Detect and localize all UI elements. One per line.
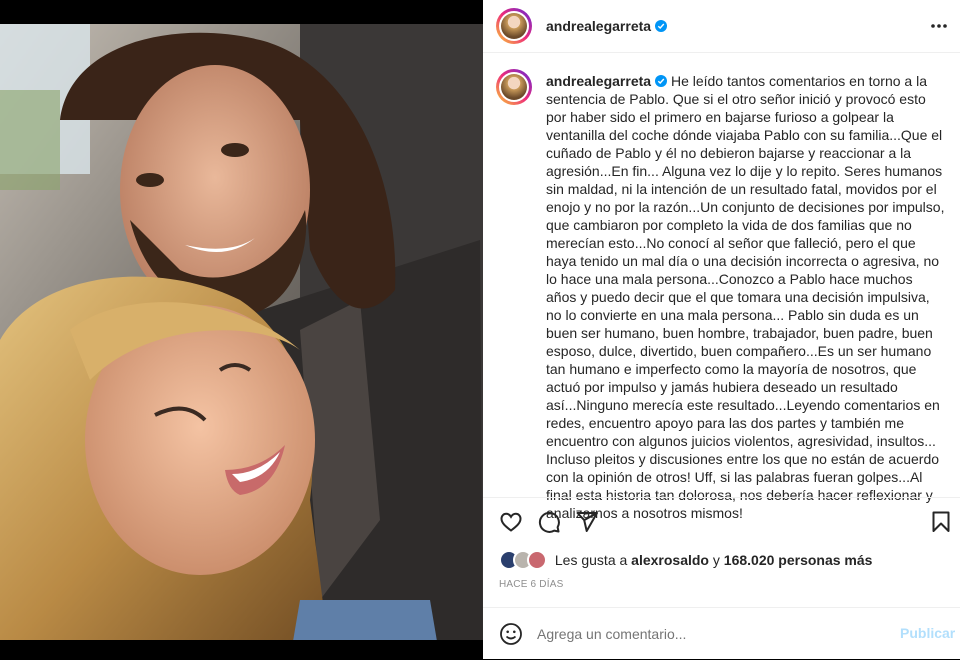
likes-row: Les gusta a alexrosaldo y 168.020 person… [499,550,872,570]
caption-text: He leído tantos comentarios en torno a l… [546,73,945,521]
verified-badge-icon [655,20,668,32]
publish-button[interactable]: Publicar [900,625,955,641]
post-actions [483,497,960,544]
paper-plane-icon[interactable] [575,510,599,539]
liker-avatars[interactable] [499,550,551,570]
comment-bar: Publicar [483,607,960,660]
likes-connector: y [712,552,720,568]
post-photo[interactable] [0,0,483,659]
post-timestamp[interactable]: HACE 6 DÍAS [499,579,563,590]
smiley-icon[interactable] [499,622,523,651]
liker-username[interactable]: alexrosaldo [631,552,709,568]
likes-count[interactable]: 168.020 personas más [724,552,873,568]
post-panel: andrealegarreta andrealegarreta He leído… [483,0,960,659]
likes-prefix: Les gusta a [554,552,628,568]
comment-input[interactable] [537,622,877,646]
caption-verified-badge-icon [655,75,668,87]
more-options-icon[interactable] [929,14,949,38]
author-username[interactable]: andrealegarreta [546,18,651,34]
caption-avatar[interactable] [496,69,532,105]
author-avatar[interactable] [496,8,532,44]
post-caption: andrealegarreta He leído tantos comentar… [546,72,946,522]
heart-icon[interactable] [499,510,523,539]
caption-username[interactable]: andrealegarreta [546,73,651,89]
liker-avatar [527,550,547,570]
selfie-image [0,0,483,659]
post-header: andrealegarreta [483,0,960,53]
bookmark-icon[interactable] [929,510,953,539]
comment-bubble-icon[interactable] [537,510,561,539]
